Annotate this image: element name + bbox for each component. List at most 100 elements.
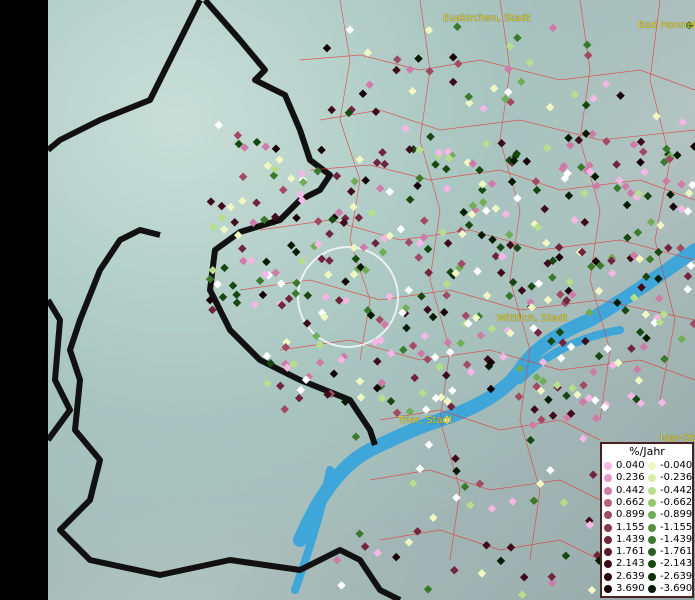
measurement-point[interactable] [423, 584, 433, 594]
measurement-point[interactable] [413, 181, 422, 190]
measurement-point[interactable] [561, 551, 571, 560]
measurement-point[interactable] [666, 190, 675, 199]
measurement-point[interactable] [213, 280, 222, 289]
measurement-point[interactable] [623, 233, 632, 243]
measurement-point[interactable] [354, 213, 364, 223]
measurement-point[interactable] [414, 253, 423, 262]
measurement-point[interactable] [385, 292, 394, 301]
measurement-point[interactable] [639, 342, 648, 352]
measurement-point[interactable] [365, 80, 374, 90]
measurement-point[interactable] [423, 305, 432, 315]
measurement-point[interactable] [581, 129, 591, 138]
measurement-point[interactable] [652, 112, 661, 121]
measurement-point[interactable] [683, 285, 692, 294]
measurement-point[interactable] [601, 79, 611, 89]
measurement-point[interactable] [334, 296, 344, 305]
measurement-point[interactable] [497, 138, 506, 148]
measurement-point[interactable] [378, 148, 387, 157]
measurement-point[interactable] [321, 293, 331, 302]
measurement-point[interactable] [408, 341, 418, 350]
measurement-point[interactable] [547, 572, 557, 582]
measurement-point[interactable] [583, 51, 593, 60]
measurement-point[interactable] [429, 513, 438, 523]
measurement-point[interactable] [513, 33, 522, 43]
measurement-point[interactable] [543, 295, 553, 305]
measurement-point[interactable] [367, 208, 377, 218]
measurement-point[interactable] [589, 367, 598, 377]
measurement-point[interactable] [477, 230, 486, 240]
measurement-point[interactable] [634, 376, 644, 385]
measurement-point[interactable] [410, 373, 419, 383]
measurement-point[interactable] [442, 291, 451, 300]
measurement-point[interactable] [689, 142, 695, 151]
measurement-point[interactable] [580, 217, 590, 227]
measurement-point[interactable] [581, 100, 591, 110]
measurement-point[interactable] [534, 279, 544, 288]
measurement-point[interactable] [423, 244, 433, 254]
measurement-point[interactable] [545, 102, 555, 112]
measurement-point[interactable] [238, 172, 248, 181]
measurement-point[interactable] [603, 344, 612, 354]
measurement-point[interactable] [573, 390, 582, 400]
measurement-point[interactable] [246, 256, 256, 265]
measurement-point[interactable] [377, 394, 387, 403]
measurement-point[interactable] [315, 340, 325, 350]
measurement-point[interactable] [371, 107, 381, 117]
measurement-point[interactable] [526, 435, 535, 445]
measurement-point[interactable] [255, 276, 265, 285]
measurement-point[interactable] [292, 213, 301, 223]
measurement-point[interactable] [238, 244, 247, 253]
measurement-point[interactable] [499, 352, 508, 362]
measurement-point[interactable] [589, 94, 598, 103]
measurement-point[interactable] [688, 180, 695, 190]
measurement-point[interactable] [439, 307, 449, 317]
measurement-point[interactable] [442, 279, 452, 289]
measurement-point[interactable] [332, 555, 342, 565]
measurement-point[interactable] [481, 139, 491, 149]
measurement-point[interactable] [420, 331, 430, 341]
measurement-point[interactable] [332, 171, 342, 181]
measurement-point[interactable] [358, 89, 368, 98]
measurement-point[interactable] [496, 243, 505, 252]
measurement-point[interactable] [415, 145, 425, 154]
measurement-point[interactable] [464, 92, 474, 102]
measurement-point[interactable] [262, 257, 271, 267]
measurement-point[interactable] [564, 133, 573, 143]
measurement-point[interactable] [372, 158, 382, 167]
measurement-point[interactable] [443, 239, 453, 248]
measurement-point[interactable] [621, 182, 630, 191]
measurement-point[interactable] [546, 465, 555, 475]
measurement-point[interactable] [349, 202, 358, 212]
measurement-point[interactable] [594, 351, 604, 361]
measurement-point[interactable] [481, 206, 491, 216]
measurement-point[interactable] [291, 247, 301, 257]
measurement-point[interactable] [322, 43, 332, 53]
measurement-point[interactable] [466, 500, 475, 510]
measurement-point[interactable] [462, 360, 472, 369]
measurement-point[interactable] [450, 565, 459, 575]
measurement-point[interactable] [350, 177, 359, 186]
measurement-point[interactable] [507, 177, 517, 187]
measurement-point[interactable] [448, 386, 457, 395]
measurement-point[interactable] [556, 290, 565, 299]
measurement-point[interactable] [239, 256, 248, 266]
measurement-point[interactable] [544, 395, 553, 404]
measurement-point[interactable] [514, 392, 524, 401]
measurement-point[interactable] [327, 105, 336, 115]
measurement-point[interactable] [416, 349, 426, 358]
measurement-point[interactable] [532, 372, 542, 382]
measurement-point[interactable] [278, 185, 288, 195]
measurement-point[interactable] [664, 243, 673, 253]
measurement-point[interactable] [459, 208, 468, 217]
measurement-point[interactable] [238, 196, 247, 206]
measurement-point[interactable] [608, 268, 617, 278]
measurement-point[interactable] [615, 176, 624, 185]
measurement-point[interactable] [297, 169, 307, 178]
measurement-point[interactable] [380, 159, 389, 169]
measurement-point[interactable] [513, 194, 522, 203]
measurement-point[interactable] [261, 142, 270, 151]
measurement-point[interactable] [641, 310, 651, 319]
measurement-point[interactable] [636, 137, 646, 147]
measurement-point[interactable] [351, 254, 361, 264]
measurement-point[interactable] [431, 160, 440, 169]
